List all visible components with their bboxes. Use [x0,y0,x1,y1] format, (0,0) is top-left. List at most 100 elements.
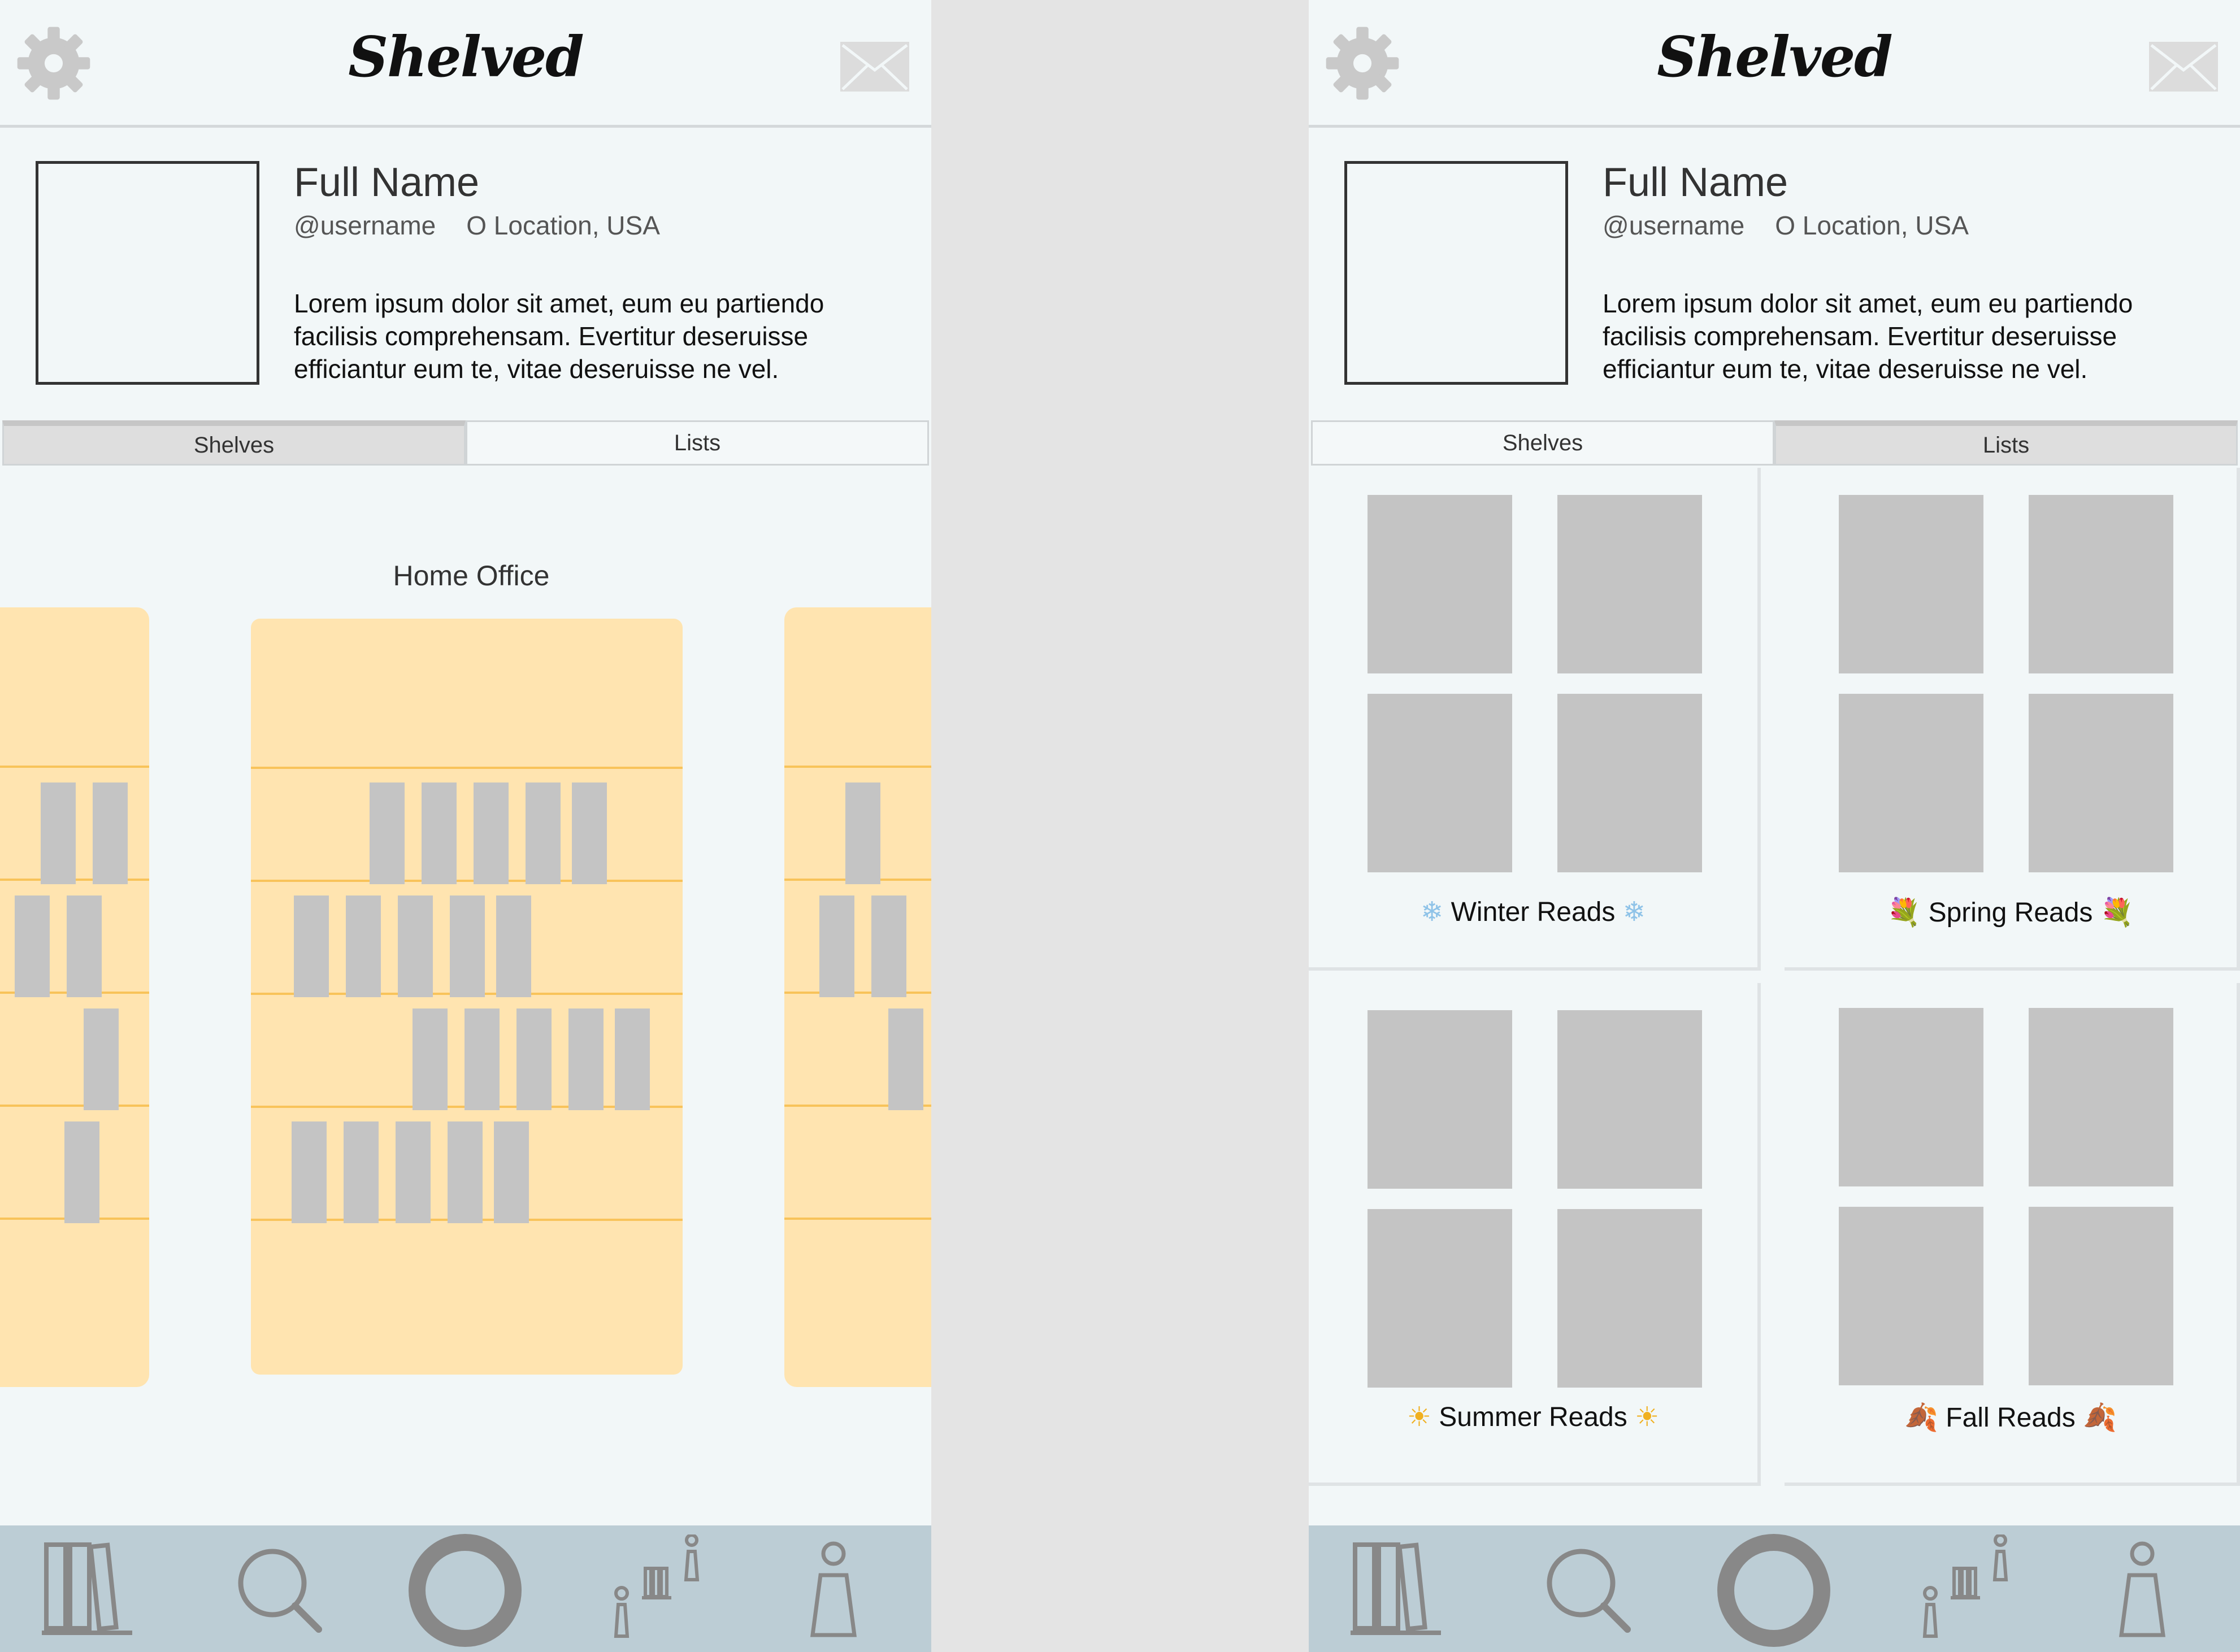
list-title: ☀ Summer Reads ☀ [1406,1402,1660,1432]
mail-icon[interactable] [2149,42,2218,92]
bouquet-icon: 💐 [1887,898,1921,928]
book[interactable] [450,895,485,997]
avatar[interactable] [36,161,259,385]
community-icon[interactable] [1919,1534,2021,1638]
book[interactable] [422,782,457,884]
mail-icon[interactable] [840,42,909,92]
profile-icon[interactable] [2117,1540,2168,1640]
book[interactable] [526,782,561,884]
book[interactable] [474,782,509,884]
room-label: Home Office [393,560,550,592]
book[interactable] [615,1008,650,1110]
book[interactable] [67,895,102,997]
book-cover[interactable] [1557,694,1702,872]
shelf-board [251,880,683,882]
book[interactable] [413,1008,448,1110]
book[interactable] [294,895,329,997]
book[interactable] [344,1121,379,1223]
book[interactable] [516,1008,552,1110]
app-logo: Shelved [1657,25,1892,90]
bottom-nav [1309,1525,2240,1652]
shelf-board [784,992,931,994]
book[interactable] [568,1008,604,1110]
fallen-leaf-icon: 🍂 [2083,1403,2117,1433]
book-cover[interactable] [1557,495,1702,673]
book-cover[interactable] [1839,1207,1983,1385]
snowflake-icon: ❄ [1421,897,1444,927]
list-title: 🍂 Fall Reads 🍂 [1904,1403,2117,1433]
book[interactable] [572,782,607,884]
list-title: 💐 Spring Reads 💐 [1887,898,2134,928]
tab-shelves[interactable]: Shelves [2,420,466,466]
community-icon[interactable] [610,1534,712,1638]
book-cover[interactable] [1839,1008,1983,1186]
shelf-board [0,1105,149,1107]
book[interactable] [41,782,76,884]
username: @username [1603,211,1745,240]
location: O Location, USA [1775,211,1969,240]
profile-icon[interactable] [808,1540,859,1640]
shelf-board [0,766,149,768]
library-icon[interactable] [1351,1540,1441,1636]
book[interactable] [448,1121,483,1223]
avatar[interactable] [1344,161,1568,385]
book[interactable] [15,895,50,997]
book[interactable] [84,1008,119,1110]
home-ring-icon[interactable] [1716,1532,1832,1649]
app-header: Shelved [0,0,931,128]
bouquet-icon: 💐 [2100,898,2134,928]
book[interactable] [292,1121,327,1223]
profile-tabs: Shelves Lists [1311,420,2238,466]
book-cover[interactable] [1839,694,1983,872]
book[interactable] [64,1121,99,1223]
tab-shelves[interactable]: Shelves [1311,420,1774,466]
bookcase-left[interactable] [0,607,149,1387]
book-cover[interactable] [1368,495,1512,673]
book[interactable] [396,1121,431,1223]
book[interactable] [346,895,381,997]
app-logo: Shelved [348,25,584,90]
book-cover[interactable] [2029,1008,2173,1186]
search-icon[interactable] [1543,1545,1633,1635]
book-cover[interactable] [1368,1209,1512,1388]
book-cover[interactable] [1557,1010,1702,1189]
book[interactable] [93,782,128,884]
full-name: Full Name [1603,160,1788,205]
book[interactable] [888,1008,923,1110]
book-cover[interactable] [2029,1207,2173,1385]
username: @username [294,211,436,240]
bio: Lorem ipsum dolor sit amet, eum eu parti… [294,289,824,384]
book-cover[interactable] [1557,1209,1702,1388]
app-header: Shelved [1309,0,2240,128]
book[interactable] [819,895,854,997]
home-ring-icon[interactable] [407,1532,523,1649]
book[interactable] [845,782,880,884]
bookcase-right[interactable] [784,607,931,1387]
bottom-nav [0,1525,931,1652]
location: O Location, USA [466,211,660,240]
book[interactable] [494,1121,529,1223]
list-card-spring[interactable]: 💐 Spring Reads 💐 [1785,468,2240,971]
fallen-leaf-icon: 🍂 [1904,1403,1938,1433]
book[interactable] [871,895,906,997]
book[interactable] [465,1008,500,1110]
book[interactable] [398,895,433,997]
tab-lists[interactable]: Lists [1774,420,2238,466]
book-cover[interactable] [1368,1010,1512,1189]
search-icon[interactable] [234,1545,324,1635]
book-cover[interactable] [2029,495,2173,673]
list-card-winter[interactable]: ❄ Winter Reads ❄ [1309,468,1761,971]
book[interactable] [496,895,531,997]
list-card-fall[interactable]: 🍂 Fall Reads 🍂 [1785,983,2240,1486]
book[interactable] [370,782,405,884]
shelf-board [784,766,931,768]
list-card-summer[interactable]: ☀ Summer Reads ☀ [1309,983,1761,1486]
bookcase-center[interactable] [251,619,683,1375]
book-cover[interactable] [1839,495,1983,673]
library-icon[interactable] [42,1540,132,1636]
book-cover[interactable] [1368,694,1512,872]
tab-lists[interactable]: Lists [466,420,929,466]
full-name: Full Name [294,160,480,205]
shelf-board [251,767,683,769]
book-cover[interactable] [2029,694,2173,872]
